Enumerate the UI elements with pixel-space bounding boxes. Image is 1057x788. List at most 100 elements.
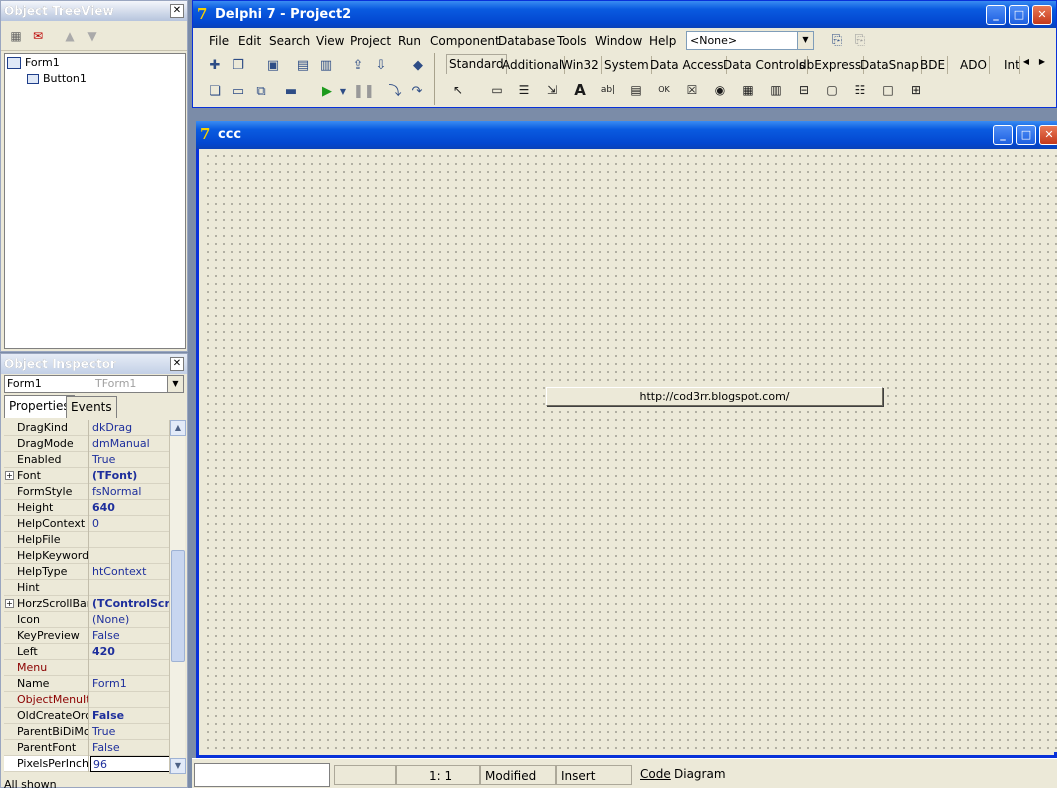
property-grid-scrollbar[interactable]: ▲ ▼: [169, 420, 186, 774]
popup-menu-icon[interactable]: ⇲: [541, 80, 563, 100]
main-menu-icon[interactable]: ☰: [513, 80, 535, 100]
property-value[interactable]: [90, 692, 170, 708]
property-value[interactable]: dkDrag: [90, 420, 170, 436]
chevron-down-icon[interactable]: ▼: [797, 32, 813, 49]
set-debug-desktop-icon[interactable]: ⎘: [850, 31, 870, 51]
memo-component-icon[interactable]: ▤: [625, 80, 647, 100]
property-value[interactable]: (TControlScrollBar): [90, 596, 170, 612]
save-all-icon[interactable]: ▤: [293, 56, 313, 76]
listbox-component-icon[interactable]: ▦: [737, 80, 759, 100]
radiogroup-component-icon[interactable]: ☷: [849, 80, 871, 100]
actionlist-component-icon[interactable]: ⊞: [905, 80, 927, 100]
property-grid[interactable]: DragKind dkDrag DragMode dmManual Enabled Tru…: [4, 420, 170, 774]
property-row[interactable]: HorzScrollBar(TControlScrollBar) +: [4, 596, 170, 612]
property-row[interactable]: ObjectMenuItem: [4, 692, 170, 708]
property-value[interactable]: 640: [90, 500, 170, 516]
desktop-layout-combo[interactable]: <None> ▼: [686, 31, 814, 50]
expand-plus-icon[interactable]: +: [5, 599, 14, 608]
property-value[interactable]: Form1: [90, 676, 170, 692]
property-row[interactable]: HelpType htContext: [4, 564, 170, 580]
palette-tab-standard[interactable]: Standard: [446, 54, 507, 74]
property-row[interactable]: Menu: [4, 660, 170, 676]
scrollbar-thumb[interactable]: [171, 550, 185, 662]
property-row[interactable]: FormStyle fsNormal: [4, 484, 170, 500]
property-row[interactable]: ParentFont False: [4, 740, 170, 756]
open-project-icon[interactable]: ▥: [316, 56, 336, 76]
menu-search[interactable]: Search: [269, 31, 310, 51]
tab-code[interactable]: Code: [640, 766, 671, 782]
property-row[interactable]: HelpContext 0: [4, 516, 170, 532]
property-row[interactable]: Name Form1: [4, 676, 170, 692]
property-row[interactable]: Icon (None): [4, 612, 170, 628]
move-up-icon[interactable]: ▲: [61, 28, 79, 44]
property-value[interactable]: 96: [90, 756, 170, 772]
property-row[interactable]: OldCreateOrderFalse: [4, 708, 170, 724]
menu-tools[interactable]: Tools: [557, 31, 587, 51]
pause-icon[interactable]: ❚❚: [353, 82, 375, 102]
palette-tab-dbexpress[interactable]: dbExpress: [797, 56, 865, 74]
palette-scroll-left-icon[interactable]: ◀: [1019, 55, 1033, 69]
property-row[interactable]: Font (TFont) +: [4, 468, 170, 484]
add-to-project-icon[interactable]: ⇪: [348, 56, 368, 76]
property-row[interactable]: Hint: [4, 580, 170, 596]
pointer-tool-icon[interactable]: ↖: [447, 80, 469, 100]
form-minimize-icon[interactable]: _: [993, 125, 1013, 145]
object-selector-combo[interactable]: Form1 TForm1 ▼: [4, 375, 184, 393]
property-value[interactable]: dmManual: [90, 436, 170, 452]
delete-item-icon[interactable]: ✉: [29, 28, 47, 44]
property-value[interactable]: False: [90, 708, 170, 724]
property-value[interactable]: (TFont): [90, 468, 170, 484]
groupbox-component-icon[interactable]: ▢: [821, 80, 843, 100]
property-value[interactable]: [90, 660, 170, 676]
menu-file[interactable]: File: [209, 31, 229, 51]
label-component-icon[interactable]: A: [569, 80, 591, 100]
new-item-icon[interactable]: ▦: [7, 28, 25, 44]
property-value[interactable]: htContext: [90, 564, 170, 580]
open-icon[interactable]: ❐: [228, 56, 248, 76]
scroll-up-icon[interactable]: ▲: [170, 420, 186, 436]
edit-component-icon[interactable]: ab|: [597, 80, 619, 100]
frames-icon[interactable]: ▭: [486, 80, 508, 100]
menu-run[interactable]: Run: [398, 31, 421, 51]
tab-properties[interactable]: Properties: [4, 395, 75, 418]
step-over-icon[interactable]: ↷: [407, 82, 427, 102]
palette-tab-datasnap[interactable]: DataSnap: [858, 56, 922, 74]
property-row[interactable]: Height 640: [4, 500, 170, 516]
remove-from-project-icon[interactable]: ⇩: [371, 56, 391, 76]
checkbox-component-icon[interactable]: ☒: [681, 80, 703, 100]
treeview-tree[interactable]: Form1 Button1: [4, 53, 186, 349]
property-value[interactable]: True: [90, 452, 170, 468]
palette-scroll-right-icon[interactable]: ▶: [1035, 55, 1049, 69]
form-maximize-icon[interactable]: □: [1016, 125, 1036, 145]
radiobutton-component-icon[interactable]: ◉: [709, 80, 731, 100]
view-unit-icon[interactable]: ❏: [205, 82, 225, 102]
property-row[interactable]: KeyPreview False: [4, 628, 170, 644]
run-dropdown-icon[interactable]: ▼: [333, 82, 353, 102]
menu-help[interactable]: Help: [649, 31, 676, 51]
combobox-component-icon[interactable]: ▥: [765, 80, 787, 100]
property-value[interactable]: fsNormal: [90, 484, 170, 500]
view-form-icon[interactable]: ▭: [228, 82, 248, 102]
maximize-icon[interactable]: □: [1009, 5, 1029, 25]
palette-tab-interbase[interactable]: InterBase: [1002, 56, 1020, 74]
menu-component[interactable]: Component: [430, 31, 500, 51]
minimize-icon[interactable]: _: [986, 5, 1006, 25]
panel-component-icon[interactable]: □: [877, 80, 899, 100]
property-value[interactable]: 420: [90, 644, 170, 660]
form-design-surface[interactable]: http://cod3rr.blogspot.com/: [201, 149, 1057, 752]
help-contents-icon[interactable]: ◆: [408, 56, 428, 76]
move-down-icon[interactable]: ▼: [83, 28, 101, 44]
palette-tab-additional[interactable]: Additional: [500, 56, 566, 74]
palette-tab-data-controls[interactable]: Data Controls: [721, 56, 809, 74]
palette-tab-bde[interactable]: BDE: [918, 56, 949, 74]
button-component-icon[interactable]: OK: [653, 80, 675, 100]
chevron-down-icon[interactable]: ▼: [167, 376, 183, 392]
new-form-icon[interactable]: ▬: [281, 82, 301, 102]
property-row[interactable]: DragMode dmManual: [4, 436, 170, 452]
tab-diagram[interactable]: Diagram: [674, 766, 726, 782]
property-value[interactable]: [90, 580, 170, 596]
property-value[interactable]: False: [90, 740, 170, 756]
menu-project[interactable]: Project: [350, 31, 391, 51]
property-value[interactable]: False: [90, 628, 170, 644]
property-row[interactable]: DragKind dkDrag: [4, 420, 170, 436]
